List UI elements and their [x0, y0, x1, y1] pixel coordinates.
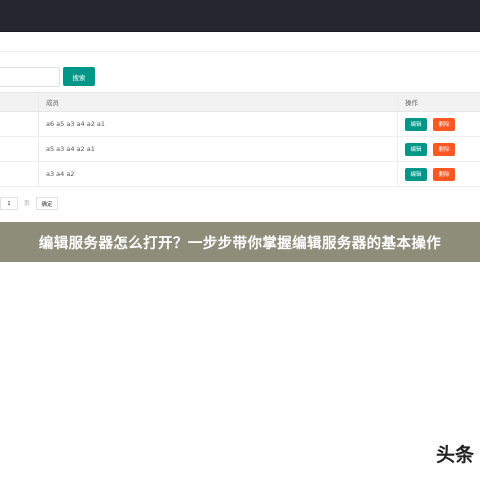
watermark-logo: 头条 [436, 444, 475, 466]
column-divider [397, 162, 398, 186]
banner-title: 编辑服务器怎么打开？一步步带你掌握编辑服务器的基本操作 [38, 235, 442, 252]
table-row: a3 a4 a2 编辑 删除 [0, 162, 480, 187]
search-input[interactable] [0, 67, 60, 87]
column-divider [38, 137, 39, 161]
table-row: a5 a3 a4 a2 a1 编辑 删除 [0, 137, 480, 162]
column-divider [38, 93, 39, 111]
column-divider [397, 112, 398, 136]
members-cell: a5 a3 a4 a2 a1 [46, 145, 95, 153]
members-cell: a6 a5 a3 a4 a2 a1 [46, 120, 106, 128]
top-navigation-bar [0, 0, 480, 32]
delete-button[interactable]: 删除 [433, 117, 455, 131]
table-row: a6 a5 a3 a4 a2 a1 编辑 删除 [0, 112, 480, 137]
table-header: 成员 操作 [0, 92, 480, 112]
search-button[interactable]: 搜索 [63, 67, 95, 86]
edit-button[interactable]: 编辑 [405, 167, 427, 181]
delete-button[interactable]: 删除 [433, 167, 455, 181]
members-cell: a3 a4 a2 [46, 170, 75, 178]
column-divider [397, 137, 398, 161]
page-unit-label: 页 [24, 201, 30, 207]
group-table: 成员 操作 a6 a5 a3 a4 a2 a1 编辑 删除 a5 a3 a4 a… [0, 92, 480, 187]
column-divider [38, 162, 39, 186]
header-actions: 操作 [405, 99, 418, 107]
page-number-input[interactable]: 1 [0, 197, 18, 210]
sub-header [0, 32, 480, 52]
page-confirm-button[interactable]: 确定 [36, 197, 58, 210]
column-divider [38, 112, 39, 136]
header-members: 成员 [46, 99, 59, 107]
edit-button[interactable]: 编辑 [405, 142, 427, 156]
column-divider [397, 93, 398, 111]
delete-button[interactable]: 删除 [433, 142, 455, 156]
edit-button[interactable]: 编辑 [405, 117, 427, 131]
title-banner: 编辑服务器怎么打开？一步步带你掌握编辑服务器的基本操作 [0, 222, 480, 262]
